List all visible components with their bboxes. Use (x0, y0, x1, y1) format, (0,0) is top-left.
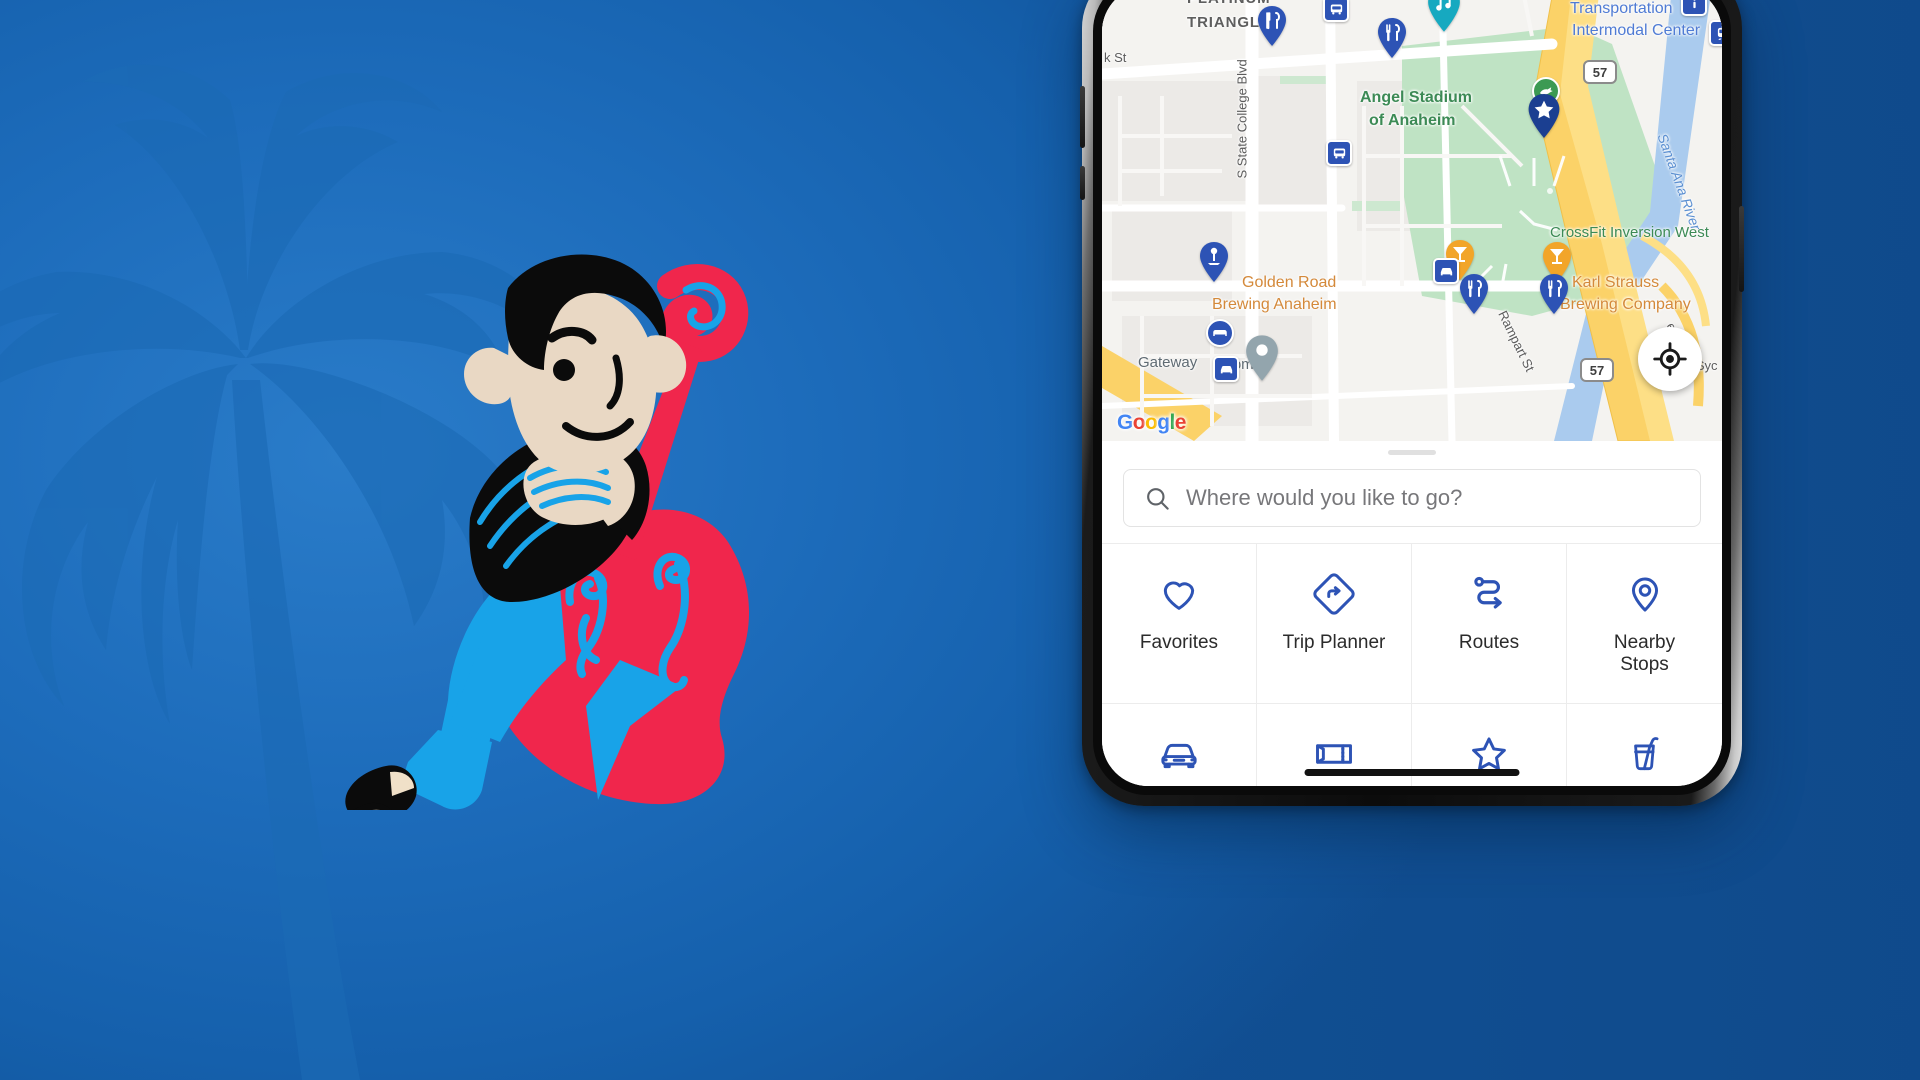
heart-icon (1158, 570, 1200, 618)
generic-pin-icon[interactable] (1245, 335, 1279, 381)
restaurant-pin-icon[interactable] (1459, 274, 1489, 314)
shortcut-label: Routes (1458, 632, 1520, 653)
location-pin-icon (1624, 570, 1666, 618)
phone-volume-up-key[interactable] (1080, 86, 1085, 148)
shortcut-on-demand[interactable]: On Demand (1102, 704, 1257, 786)
star-pin-icon[interactable] (1527, 94, 1561, 138)
phone-volume-down-key[interactable] (1080, 166, 1085, 200)
crosshair-icon (1653, 342, 1687, 376)
shortcut-label: Nearby Stops (1613, 632, 1676, 676)
shortcut-favorites[interactable]: Favorites (1102, 544, 1257, 704)
musician-illustration (345, 254, 750, 810)
info-square-icon[interactable] (1681, 0, 1707, 16)
shortcut-label: Favorites (1139, 632, 1219, 653)
google-watermark: Google (1117, 411, 1186, 434)
shortcut-nearby-stops[interactable]: Nearby Stops (1567, 544, 1722, 704)
routes-icon (1468, 570, 1510, 618)
music-pin-icon[interactable] (1427, 0, 1461, 32)
golf-pin-icon[interactable] (1199, 242, 1229, 282)
my-location-button[interactable] (1638, 327, 1702, 391)
map-canvas (1102, 0, 1722, 441)
shortcut-routes[interactable]: Routes (1412, 544, 1567, 704)
restaurant-pin-icon[interactable] (1377, 18, 1407, 58)
restaurant-pin-icon[interactable] (1257, 6, 1287, 46)
car-square-icon[interactable] (1433, 258, 1459, 284)
shortcut-grid: Favorites Trip Planner Routes Nearby Sto… (1102, 543, 1722, 786)
phone-power-key[interactable] (1739, 206, 1744, 292)
bus-square-icon[interactable] (1323, 0, 1349, 22)
shortcut-trip-planner[interactable]: Trip Planner (1257, 544, 1412, 704)
bottom-sheet: Where would you like to go? Favorites Tr… (1102, 441, 1722, 786)
bus-square-icon[interactable] (1326, 140, 1352, 166)
car-icon (1157, 730, 1201, 778)
restaurant-pin-icon[interactable] (1539, 274, 1569, 314)
phone-screen: PLATINUM TRIANGLE Angel Stadium of Anahe… (1102, 0, 1722, 786)
highway-shield-57: 57 (1580, 358, 1614, 382)
car-square-icon[interactable] (1213, 356, 1239, 382)
phone-mockup: PLATINUM TRIANGLE Angel Stadium of Anahe… (1080, 0, 1744, 806)
shortcut-label: Trip Planner (1282, 632, 1386, 653)
highway-shield-57: 57 (1583, 60, 1617, 84)
home-indicator (1304, 769, 1520, 776)
map-view[interactable]: PLATINUM TRIANGLE Angel Stadium of Anahe… (1102, 0, 1722, 441)
trip-planner-icon (1313, 570, 1355, 618)
drink-cup-icon (1624, 730, 1666, 778)
lodging-circle-icon[interactable] (1206, 319, 1234, 347)
search-input-placeholder[interactable]: Where would you like to go? (1186, 485, 1462, 511)
sheet-drag-handle[interactable] (1388, 450, 1436, 455)
search-icon (1147, 487, 1169, 510)
transit-square-icon[interactable] (1709, 20, 1722, 46)
search-bar[interactable]: Where would you like to go? (1123, 469, 1701, 527)
shortcut-brews[interactable]: Brews (1567, 704, 1722, 786)
